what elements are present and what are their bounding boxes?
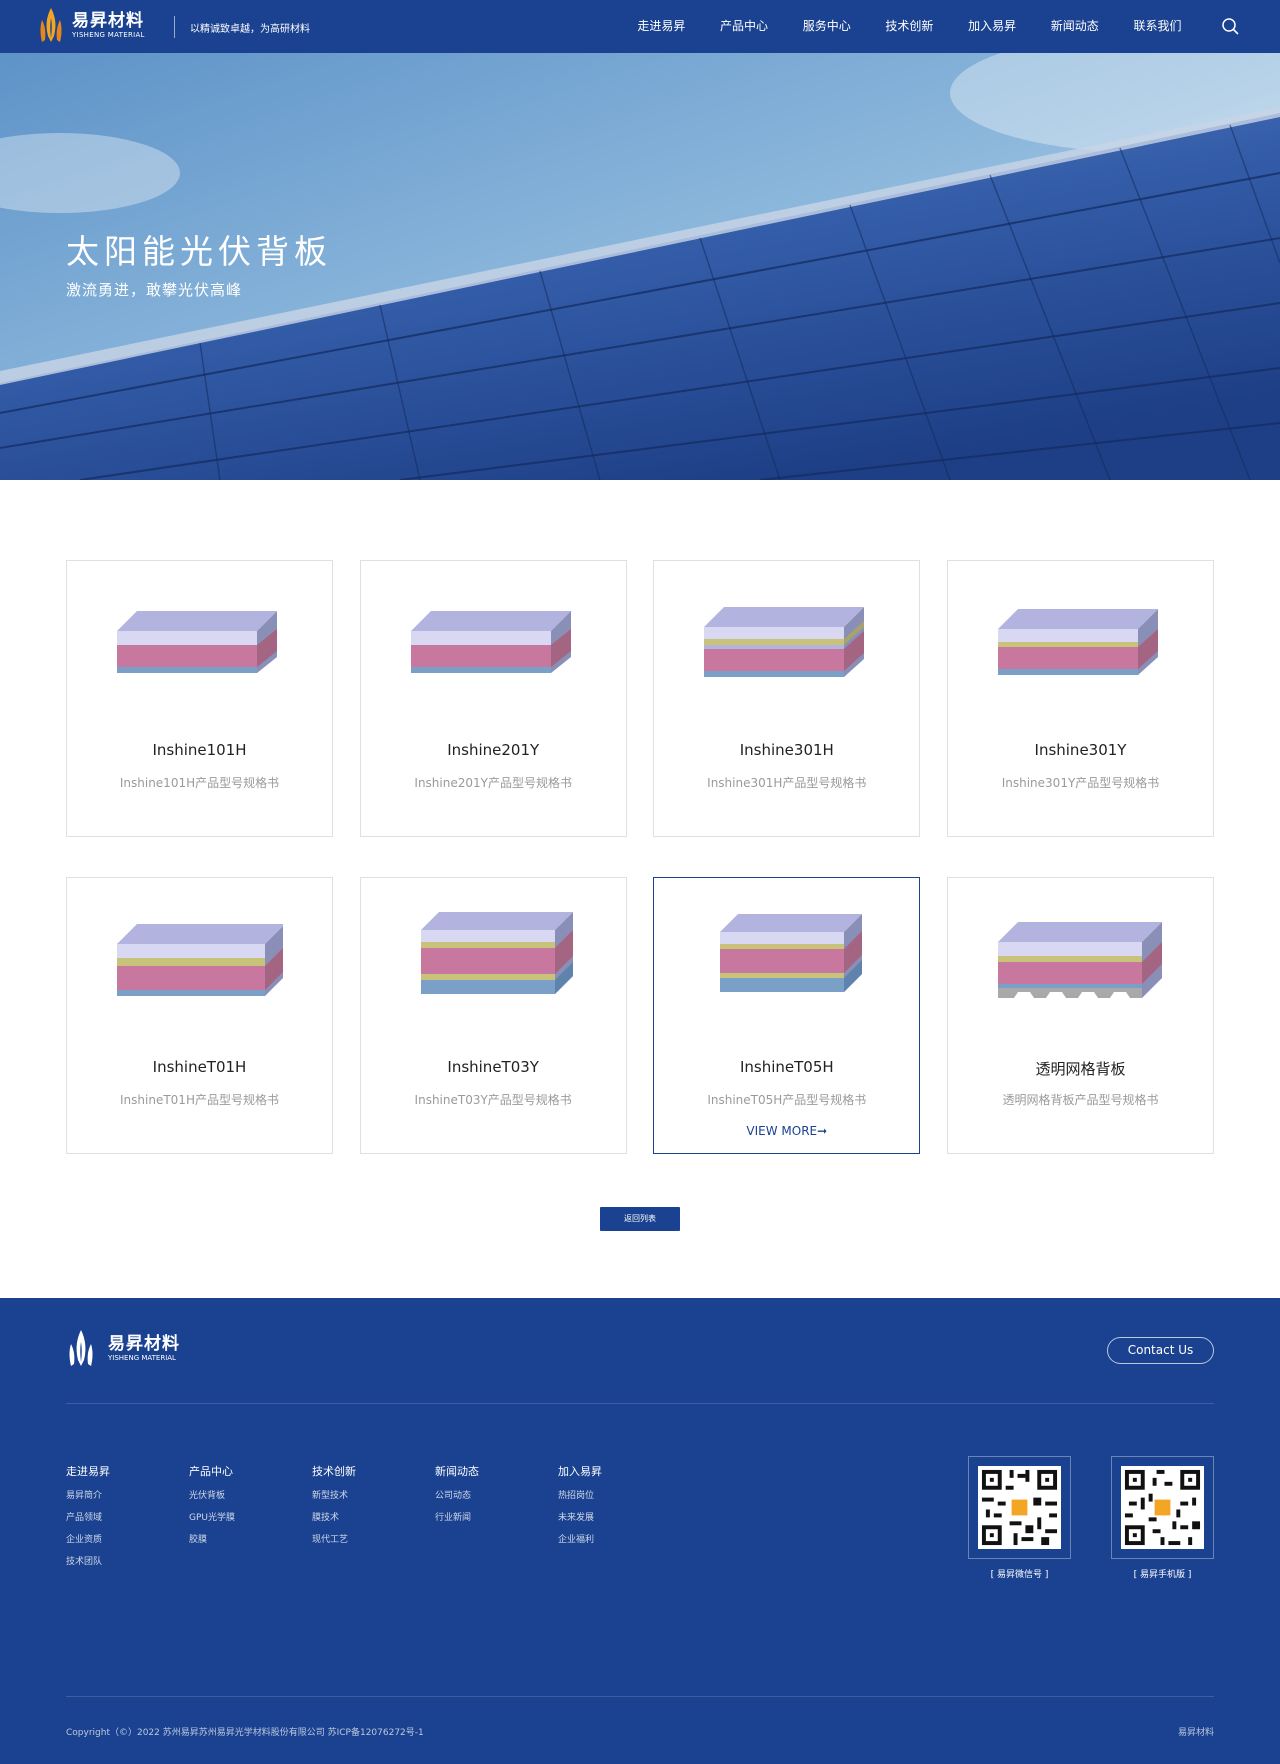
logo-divider [174,16,175,38]
search-icon[interactable] [1221,17,1239,35]
product-card[interactable]: 透明网格背板 透明网格背板产品型号规格书 [947,877,1214,1154]
product-desc: Inshine201Y产品型号规格书 [414,776,572,790]
footer-link[interactable]: 膜技术 [312,1510,435,1523]
footer-link-columns: 走进易昇 易昇简介 产品领域 企业资质 技术团队 产品中心 光伏背板 GPU光学… [66,1463,681,1576]
footer-column-products: 产品中心 光伏背板 GPU光学膜 胶膜 [189,1463,312,1576]
qr-code-icon [978,1466,1061,1549]
footer-column-tech: 技术创新 新型技术 膜技术 现代工艺 [312,1463,435,1576]
site-logo[interactable]: 易昇材料 YISHENG MATERIAL [38,6,145,44]
footer-column-about: 走进易昇 易昇简介 产品领域 企业资质 技术团队 [66,1463,189,1576]
product-grid: Inshine101H Inshine101H产品型号规格书 Inshine20… [66,560,1214,1154]
footer-column-title[interactable]: 新闻动态 [435,1463,558,1478]
product-desc: Inshine301H产品型号规格书 [707,776,867,790]
qr-frame [1111,1456,1214,1559]
product-desc: InshineT05H产品型号规格书 [707,1093,867,1107]
banner-subtitle: 激流勇进，敢攀光伏高峰 [66,281,243,299]
backsheet-layer-illustration [998,922,1162,998]
footer-link[interactable]: 现代工艺 [312,1532,435,1545]
banner-title: 太阳能光伏背板 [66,232,332,271]
backsheet-layer-illustration [420,912,573,994]
product-name: Inshine301Y [1034,741,1127,759]
logo-cn-text: 易昇材料 [72,10,144,31]
logo-flame-icon [69,1330,93,1366]
footer-link[interactable]: 热招岗位 [558,1488,681,1501]
footer-link[interactable]: 产品领域 [66,1510,189,1523]
footer-link[interactable]: 技术团队 [66,1554,189,1567]
logo-flame-icon [40,8,62,42]
footer-link[interactable]: 行业新闻 [435,1510,558,1523]
footer-column-join: 加入易昇 热招岗位 未来发展 企业福利 [558,1463,681,1576]
nav-item-join[interactable]: 加入易昇 [951,0,1034,53]
product-card[interactable]: Inshine301Y Inshine301Y产品型号规格书 [947,560,1214,837]
product-card[interactable]: InshineT03Y InshineT03Y产品型号规格书 [359,877,627,1154]
hero-banner: 太阳能光伏背板 激流勇进，敢攀光伏高峰 [0,53,1280,480]
product-card[interactable]: Inshine301H Inshine301H产品型号规格书 [653,560,921,837]
mobile-qr: [ 易昇手机版 ] [1111,1456,1214,1580]
footer-link[interactable]: 胶膜 [189,1532,312,1545]
qr-code-icon [1121,1466,1204,1549]
product-desc: 透明网格背板产品型号规格书 [1002,1093,1159,1107]
footer-link[interactable]: GPU光学膜 [189,1510,312,1523]
product-desc: InshineT03Y产品型号规格书 [414,1093,572,1107]
product-card[interactable]: InshineT01H InshineT01H产品型号规格书 [66,877,333,1154]
view-more-link[interactable]: VIEW MORE➞ [654,1124,919,1138]
header-slogan: 以精诚致卓越，为高研材料 [190,24,310,35]
product-name: InshineT05H [739,1058,834,1076]
backsheet-layer-illustration [117,924,283,996]
product-card[interactable]: Inshine101H Inshine101H产品型号规格书 [66,560,333,837]
footer-column-title[interactable]: 走进易昇 [66,1463,189,1478]
backsheet-layer-illustration [720,914,863,992]
footer-column-title[interactable]: 产品中心 [189,1463,312,1478]
main-nav: 走进易昇 产品中心 服务中心 技术创新 加入易昇 新闻动态 联系我们 [620,0,1199,53]
qr-label: [ 易昇手机版 ] [1133,1570,1192,1580]
wechat-qr: [ 易昇微信号 ] [968,1456,1071,1580]
nav-item-news[interactable]: 新闻动态 [1033,0,1116,53]
product-name: Inshine101H [152,741,247,759]
nav-item-contact[interactable]: 联系我们 [1116,0,1199,53]
product-card[interactable]: Inshine201Y Inshine201Y产品型号规格书 [359,560,627,837]
qr-label: [ 易昇微信号 ] [990,1570,1049,1580]
product-desc: Inshine301Y产品型号规格书 [1001,776,1160,790]
product-desc: Inshine101H产品型号规格书 [119,776,280,790]
footer-brand-link[interactable]: 易昇材料 [1178,1725,1214,1738]
nav-item-products[interactable]: 产品中心 [703,0,786,53]
footer-link[interactable]: 光伏背板 [189,1488,312,1501]
backsheet-layer-illustration [410,611,571,673]
product-name: InshineT03Y [447,1058,539,1076]
footer-column-news: 新闻动态 公司动态 行业新闻 [435,1463,558,1576]
product-name: Inshine301H [739,741,834,759]
footer-link[interactable]: 易昇简介 [66,1488,189,1501]
product-desc: InshineT01H产品型号规格书 [120,1093,279,1107]
footer-link[interactable]: 企业资质 [66,1532,189,1545]
footer-column-title[interactable]: 技术创新 [312,1463,435,1478]
contact-us-button[interactable]: Contact Us [1107,1337,1214,1364]
backsheet-layer-illustration [998,609,1158,675]
footer-link[interactable]: 企业福利 [558,1532,681,1545]
nav-item-service[interactable]: 服务中心 [785,0,868,53]
footer-logo-cn: 易昇材料 [108,1333,180,1354]
footer-link[interactable]: 未来发展 [558,1510,681,1523]
footer-link[interactable]: 新型技术 [312,1488,435,1501]
footer-divider-bottom [66,1696,1214,1697]
back-to-list-button[interactable]: 返回列表 [600,1207,680,1231]
footer-link[interactable]: 公司动态 [435,1488,558,1501]
copyright-text: Copyright（©）2022 苏州易昇苏州易昇光学材料股份有限公司 苏ICP… [66,1728,424,1738]
footer-logo-en: YISHENG MATERIAL [108,1353,176,1362]
product-name: InshineT01H [152,1058,247,1076]
product-name: Inshine201Y [447,741,540,759]
site-footer: 易昇材料 YISHENG MATERIAL Contact Us 走进易昇 易昇… [0,1298,1280,1764]
site-header: 易昇材料 YISHENG MATERIAL 以精诚致卓越，为高研材料 走进易昇 … [0,0,1280,53]
footer-divider [66,1403,1214,1404]
nav-item-about[interactable]: 走进易昇 [620,0,703,53]
qr-frame [968,1456,1071,1559]
backsheet-layer-illustration [117,611,277,673]
product-card-active[interactable]: InshineT05H InshineT05H产品型号规格书 VIEW MORE… [653,877,921,1154]
footer-column-title[interactable]: 加入易昇 [558,1463,681,1478]
backsheet-layer-illustration [704,607,865,677]
footer-logo[interactable]: 易昇材料 YISHENG MATERIAL [66,1328,180,1368]
logo-en-text: YISHENG MATERIAL [72,30,145,39]
product-name: 透明网格背板 [1035,1060,1126,1078]
nav-item-tech[interactable]: 技术创新 [868,0,951,53]
